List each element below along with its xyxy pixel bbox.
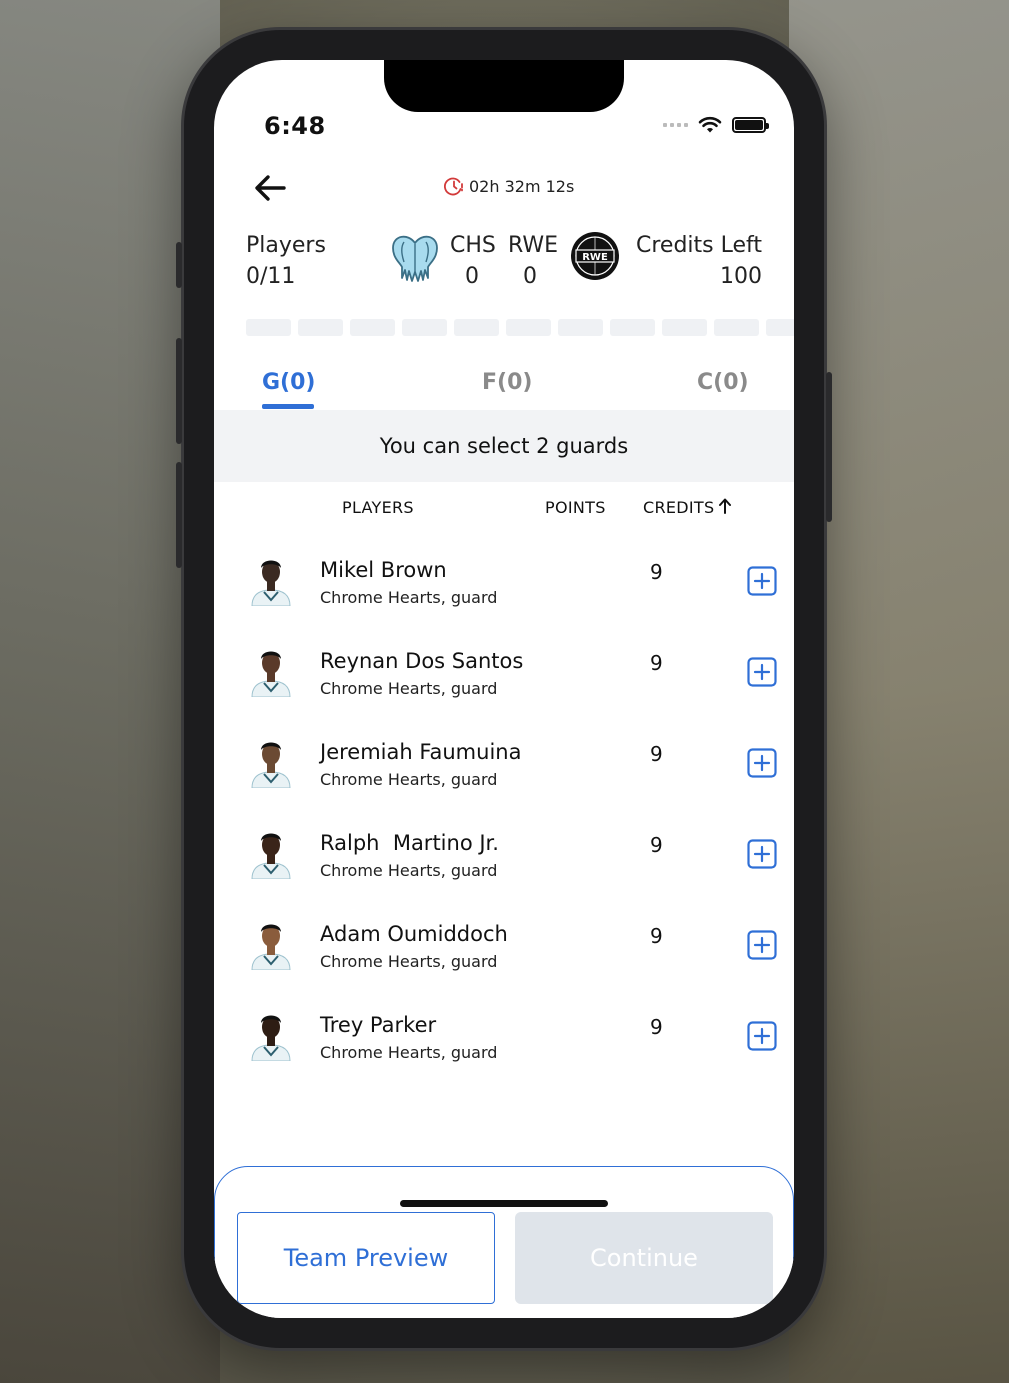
team-left-name: CHS	[450, 233, 496, 258]
selection-progress	[246, 319, 794, 336]
player-credits: 9	[650, 560, 663, 584]
plus-square-icon[interactable]	[747, 930, 777, 960]
progress-slot	[610, 319, 655, 336]
chrome-hearts-logo	[392, 235, 438, 282]
status-icons	[663, 116, 769, 134]
plus-square-icon[interactable]	[747, 657, 777, 687]
progress-slot	[714, 319, 759, 336]
clock-icon	[444, 177, 463, 196]
credits-value: 100	[720, 264, 762, 289]
plus-square-icon[interactable]	[747, 839, 777, 869]
player-team: Chrome Hearts, guard	[320, 952, 498, 971]
player-credits: 9	[650, 742, 663, 766]
progress-slot	[506, 319, 551, 336]
progress-slot	[402, 319, 447, 336]
progress-slot	[766, 319, 794, 336]
credits-label: Credits Left	[635, 233, 762, 258]
team-preview-button[interactable]: Team Preview	[237, 1212, 495, 1304]
phone-screen: 6:48 02h 32m 12s Players 0/11 CHS RWE 0 …	[214, 60, 794, 1318]
player-name: Trey Parker	[320, 1013, 437, 1037]
progress-slot	[298, 319, 343, 336]
plus-square-icon[interactable]	[747, 1021, 777, 1051]
selection-hint: You can select 2 guards	[214, 410, 794, 482]
player-credits: 9	[650, 1015, 663, 1039]
volume-up-button	[176, 338, 182, 444]
bottom-action-panel: Team Preview Continue	[214, 1166, 794, 1318]
player-team: Chrome Hearts, guard	[320, 588, 498, 607]
player-team: Chrome Hearts, guard	[320, 1043, 498, 1062]
player-row[interactable]: Jeremiah Faumuina Chrome Hearts, guard 9	[214, 722, 794, 813]
team-scores: CHS RWE 0 0	[450, 230, 559, 292]
player-team: Chrome Hearts, guard	[320, 679, 498, 698]
players-count: Players 0/11	[246, 230, 326, 292]
column-credits[interactable]: CREDITS	[643, 498, 714, 517]
plus-square-icon[interactable]	[747, 566, 777, 596]
player-row[interactable]: Ralph Martino Jr. Chrome Hearts, guard 9	[214, 813, 794, 904]
rwe-logo-text: RWE	[582, 252, 608, 263]
player-name: Reynan Dos Santos	[320, 649, 524, 673]
player-team: Chrome Hearts, guard	[320, 861, 498, 880]
player-avatar	[251, 560, 291, 606]
team-right-score: 0	[523, 264, 537, 289]
rwe-logo: RWE	[571, 232, 619, 280]
progress-slot	[350, 319, 395, 336]
sort-arrow-up-icon[interactable]	[718, 497, 732, 515]
progress-slot	[454, 319, 499, 336]
phone-frame: 6:48 02h 32m 12s Players 0/11 CHS RWE 0 …	[176, 30, 832, 1348]
player-avatar	[251, 651, 291, 697]
player-name: Mikel Brown	[320, 558, 447, 582]
team-left-score: 0	[465, 264, 479, 289]
column-points[interactable]: POINTS	[545, 498, 606, 517]
mute-switch	[176, 242, 182, 288]
player-name: Adam Oumiddoch	[320, 922, 508, 946]
plus-square-icon[interactable]	[747, 748, 777, 778]
player-credits: 9	[650, 833, 663, 857]
player-row[interactable]: Reynan Dos Santos Chrome Hearts, guard 9	[214, 631, 794, 722]
home-indicator	[400, 1200, 608, 1207]
continue-button[interactable]: Continue	[515, 1212, 773, 1304]
battery-icon	[732, 117, 769, 133]
active-tab-indicator	[262, 404, 314, 409]
progress-slot	[662, 319, 707, 336]
tab-forwards[interactable]: F(0)	[482, 370, 532, 395]
players-value: 0/11	[246, 264, 296, 289]
player-credits: 9	[650, 924, 663, 948]
player-team: Chrome Hearts, guard	[320, 770, 498, 789]
progress-slot	[246, 319, 291, 336]
player-name: Jeremiah Faumuina	[320, 740, 522, 764]
position-tabs: G(0) F(0) C(0)	[214, 360, 794, 410]
team-right-name: RWE	[508, 233, 559, 258]
power-button	[826, 372, 832, 522]
notch	[384, 60, 624, 112]
player-row[interactable]: Adam Oumiddoch Chrome Hearts, guard 9	[214, 904, 794, 995]
player-row[interactable]: Trey Parker Chrome Hearts, guard 9	[214, 995, 794, 1086]
signal-icon	[663, 123, 688, 127]
player-name: Ralph Martino Jr.	[320, 831, 499, 855]
timer-text: 02h 32m 12s	[469, 176, 575, 196]
column-players[interactable]: PLAYERS	[342, 498, 414, 517]
volume-down-button	[176, 462, 182, 568]
player-credits: 9	[650, 651, 663, 675]
progress-slot	[558, 319, 603, 336]
tab-guards[interactable]: G(0)	[262, 370, 315, 395]
player-avatar	[251, 833, 291, 879]
status-time: 6:48	[264, 112, 326, 140]
tab-centers[interactable]: C(0)	[697, 370, 749, 395]
player-row[interactable]: Mikel Brown Chrome Hearts, guard 9	[214, 540, 794, 631]
player-avatar	[251, 924, 291, 970]
countdown-timer: 02h 32m 12s	[444, 176, 574, 196]
credits-left: Credits Left 100	[636, 230, 762, 292]
player-avatar	[251, 742, 291, 788]
player-avatar	[251, 1015, 291, 1061]
wifi-icon	[698, 116, 722, 133]
players-label: Players	[246, 233, 326, 258]
back-arrow-icon[interactable]	[250, 168, 290, 208]
